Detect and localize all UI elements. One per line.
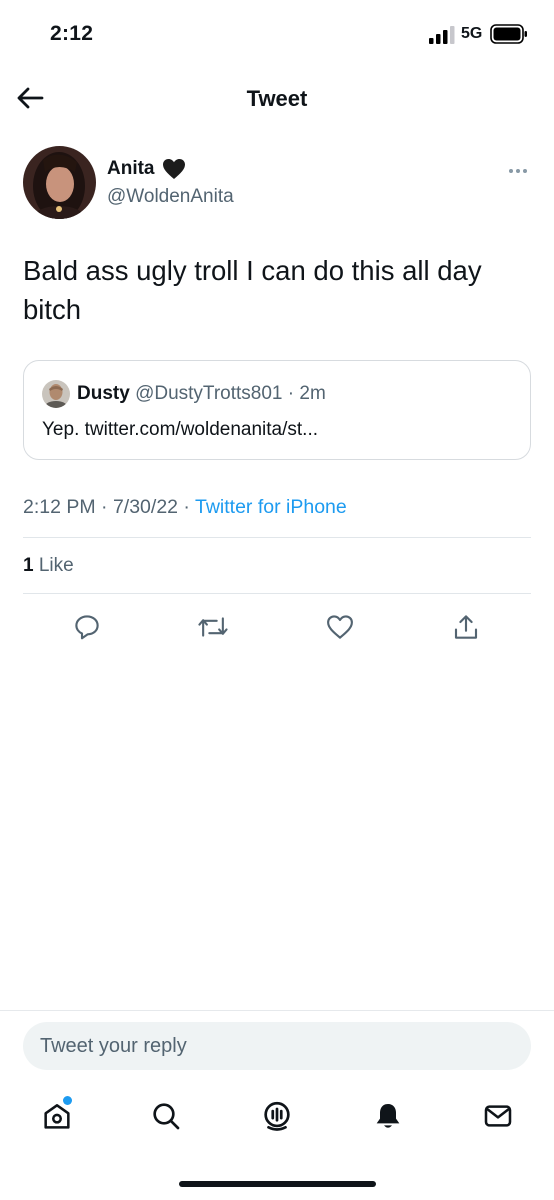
nav-search[interactable] xyxy=(147,1097,185,1135)
nav-messages[interactable] xyxy=(479,1097,517,1135)
likes-count[interactable]: 1 Like xyxy=(23,555,74,577)
likes-number: 1 xyxy=(23,555,34,576)
more-dots-icon xyxy=(509,169,513,173)
reply-icon xyxy=(75,615,99,640)
divider xyxy=(23,593,531,594)
reply-placeholder: Tweet your reply xyxy=(40,1035,187,1057)
tweet-detail-screen: 2:12 5G Tweet Anita @WoldenAnita Bald as… xyxy=(0,0,554,1200)
like-icon xyxy=(327,615,353,639)
retweet-button[interactable] xyxy=(197,611,229,643)
spaces-icon xyxy=(264,1101,290,1131)
quote-author-name: Dusty xyxy=(77,383,130,404)
page-title: Tweet xyxy=(246,86,308,111)
quote-separator: · xyxy=(282,383,300,404)
tweet-timestamp: 2:12 PM · 7/30/22 · Twitter for iPhone xyxy=(23,496,347,519)
timestamp-text: 2:12 PM · 7/30/22 · xyxy=(23,496,195,518)
home-indicator[interactable] xyxy=(179,1181,376,1187)
network-type: 5G xyxy=(461,25,483,42)
author-handle[interactable]: @WoldenAnita xyxy=(107,186,234,208)
avatar[interactable] xyxy=(23,146,96,219)
black-heart-icon xyxy=(162,159,185,179)
tweet-text: Bald ass ugly troll I can do this all da… xyxy=(23,255,482,325)
search-icon xyxy=(153,1103,180,1130)
battery-icon xyxy=(490,24,527,44)
status-time: 2:12 xyxy=(50,22,94,45)
reply-separator xyxy=(0,1010,554,1011)
reply-input[interactable]: Tweet your reply xyxy=(23,1022,531,1070)
home-notification-dot xyxy=(63,1096,72,1105)
author-name-row[interactable]: Anita xyxy=(107,158,186,180)
share-icon xyxy=(454,615,478,639)
author-name: Anita xyxy=(107,158,155,179)
quote-author-handle: @DustyTrotts801 xyxy=(135,383,283,404)
share-button[interactable] xyxy=(450,611,482,643)
like-button[interactable] xyxy=(324,611,356,643)
notifications-icon xyxy=(376,1104,400,1128)
quote-text: Yep. twitter.com/woldenanita/st... xyxy=(42,419,319,440)
retweet-icon xyxy=(198,617,228,637)
more-options-button[interactable] xyxy=(506,163,530,179)
divider xyxy=(23,537,531,538)
likes-label: Like xyxy=(33,555,74,576)
quote-age: 2m xyxy=(299,383,326,404)
quote-header: Dusty @DustyTrotts801 · 2m xyxy=(77,383,326,405)
nav-spaces[interactable] xyxy=(258,1097,296,1135)
avatar-photo xyxy=(23,146,96,219)
nav-notifications[interactable] xyxy=(369,1097,407,1135)
top-header: Tweet xyxy=(0,70,554,128)
messages-icon xyxy=(484,1105,512,1127)
source-link[interactable]: Twitter for iPhone xyxy=(195,496,347,518)
signal-icon xyxy=(429,26,455,44)
status-bar: 2:12 5G xyxy=(0,0,554,70)
quoted-tweet[interactable]: Dusty @DustyTrotts801 · 2m Yep. twitter.… xyxy=(23,360,531,460)
reply-button[interactable] xyxy=(71,611,103,643)
quote-avatar xyxy=(42,380,70,408)
